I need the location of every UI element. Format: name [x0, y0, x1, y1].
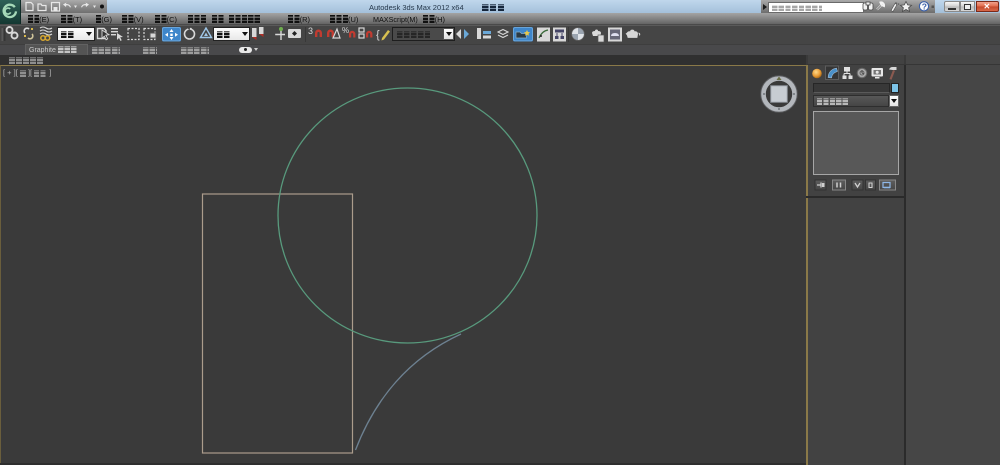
svg-text:?: ? [922, 2, 927, 12]
svg-text:%: % [342, 26, 349, 35]
svg-text:3: 3 [308, 26, 313, 36]
svg-text:{: { [376, 29, 380, 41]
